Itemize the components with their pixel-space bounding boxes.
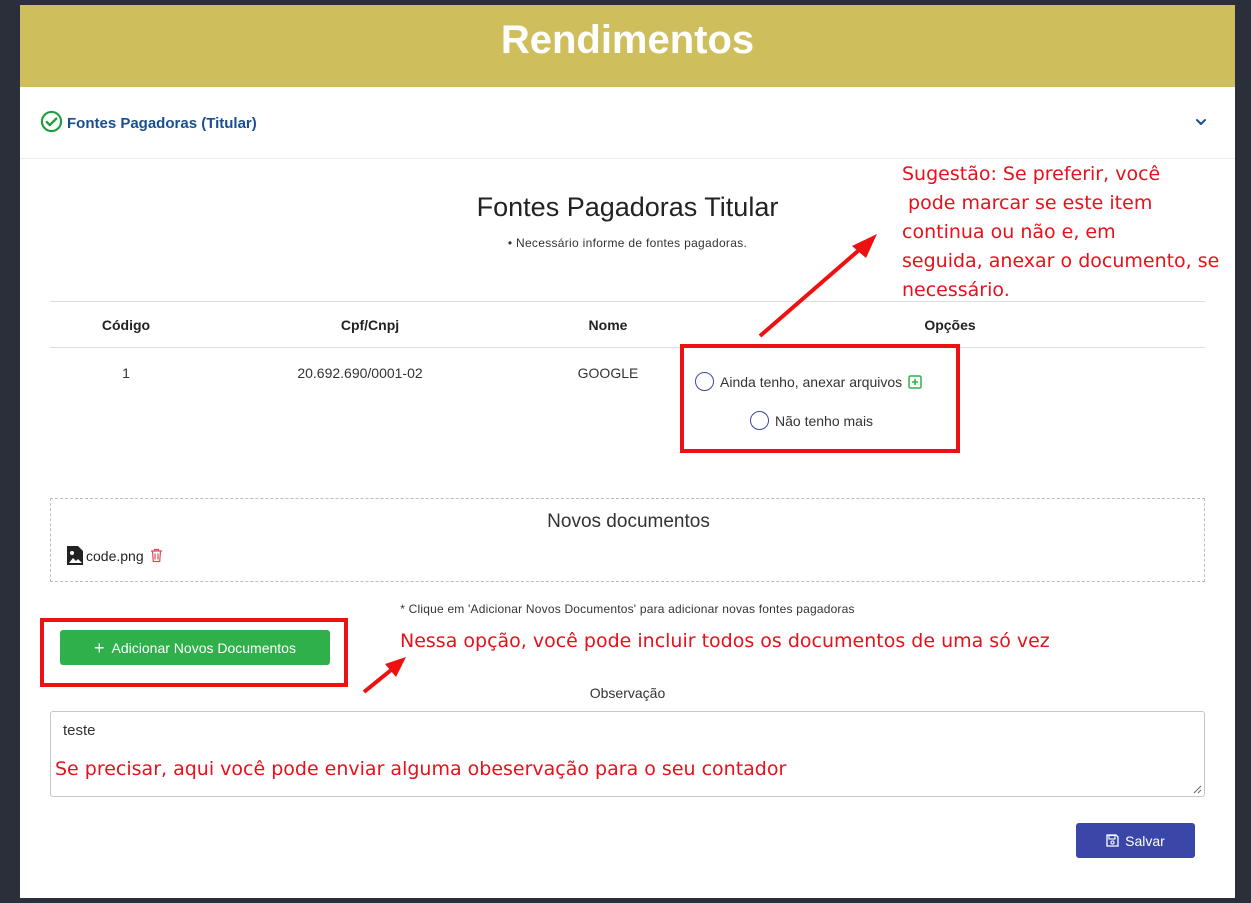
header-codigo: Código: [101, 317, 151, 333]
annotation-suggestion-line: continua ou não e, em: [902, 221, 1116, 243]
highlight-options-box: [680, 344, 960, 453]
table-header: Código Cpf/Cnpj Nome Opções: [50, 301, 1205, 348]
save-label: Salvar: [1125, 832, 1165, 849]
page-title: Rendimentos: [500, 17, 755, 62]
header-cpf: Cpf/Cnpj: [340, 317, 400, 333]
documents-title: Novos documentos: [547, 511, 710, 532]
table-row: 1 20.692.690/0001-02 GOOGLE Ainda tenho,…: [50, 348, 1205, 458]
cell-nome: GOOGLE: [577, 365, 639, 381]
cell-codigo: 1: [122, 365, 130, 381]
annotation-suggestion-line: Sugestão: Se preferir, você: [902, 163, 1161, 185]
annotation-suggestion-line: necessário.: [902, 279, 1010, 301]
check-circle-icon: [40, 110, 63, 133]
accordion-header[interactable]: Fontes Pagadoras (Titular): [20, 87, 1235, 159]
accordion-title: Fontes Pagadoras (Titular): [67, 115, 257, 132]
highlight-add-button-box: [40, 618, 348, 687]
file-item: code.png: [66, 545, 163, 566]
header-opcoes: Opções: [924, 317, 976, 333]
page-banner: Rendimentos: [20, 5, 1235, 87]
annotation-obs-note: Se precisar, aqui você pode enviar algum…: [55, 758, 787, 780]
floppy-disk-icon: [1106, 834, 1119, 847]
header-nome: Nome: [588, 317, 628, 333]
window-bottom-bar: [0, 898, 1251, 903]
add-hint: * Clique em 'Adicionar Novos Documentos'…: [400, 602, 855, 616]
new-documents-box: Novos documentos code.png: [50, 498, 1205, 582]
observation-textarea[interactable]: teste: [50, 711, 1205, 797]
observation-label: Observação: [589, 685, 666, 701]
cell-cpf: 20.692.690/0001-02: [297, 365, 423, 381]
annotation-suggestion: Sugestão: Se preferir, você pode marcar …: [902, 160, 1219, 305]
chevron-down-icon[interactable]: [1194, 115, 1208, 129]
trash-icon[interactable]: [150, 548, 163, 563]
annotation-add-note: Nessa opção, você pode incluir todos os …: [400, 630, 1050, 652]
image-file-icon: [67, 546, 83, 565]
resize-handle-icon[interactable]: [1192, 784, 1202, 794]
file-name: code.png: [86, 547, 144, 564]
annotation-suggestion-line: seguida, anexar o documento, se: [902, 250, 1220, 272]
annotation-suggestion-line: pode marcar se este item: [902, 192, 1153, 214]
observation-value: teste: [63, 722, 96, 739]
sources-table: Código Cpf/Cnpj Nome Opções 1 20.692.690…: [50, 301, 1205, 458]
save-button[interactable]: Salvar: [1076, 823, 1195, 858]
